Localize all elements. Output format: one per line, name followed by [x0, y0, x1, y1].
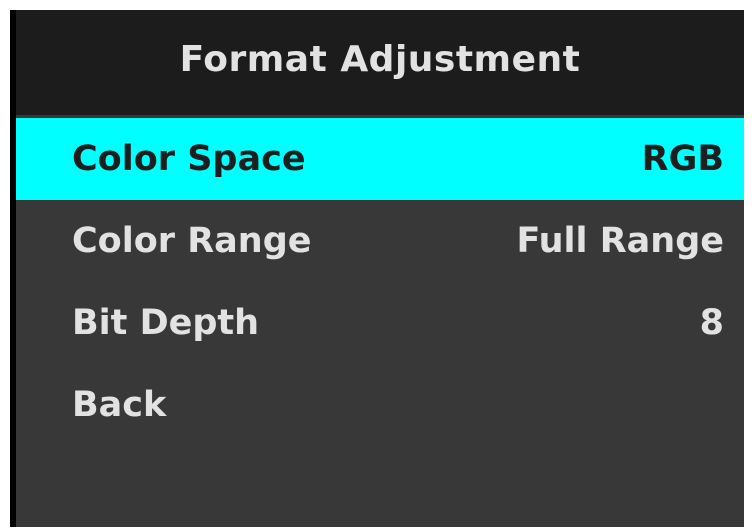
- menu-item-label: Color Range: [72, 221, 312, 261]
- menu-item-bit-depth[interactable]: Bit Depth 8: [16, 282, 744, 364]
- menu-item-back[interactable]: Back: [16, 364, 744, 446]
- menu-item-value: 8: [699, 303, 724, 343]
- menu-item-value: Full Range: [516, 221, 724, 261]
- menu-item-label: Back: [72, 385, 167, 425]
- menu-item-label: Bit Depth: [72, 303, 260, 343]
- menu-item-label: Color Space: [72, 139, 306, 179]
- menu-header: Format Adjustment: [16, 10, 744, 115]
- menu-title: Format Adjustment: [179, 39, 581, 80]
- osd-frame: Format Adjustment Color Space RGB Color …: [10, 10, 744, 527]
- osd-menu-panel: Format Adjustment Color Space RGB Color …: [16, 10, 744, 527]
- menu-item-value: RGB: [641, 139, 724, 179]
- menu-item-color-range[interactable]: Color Range Full Range: [16, 200, 744, 282]
- menu-item-color-space[interactable]: Color Space RGB: [16, 118, 744, 200]
